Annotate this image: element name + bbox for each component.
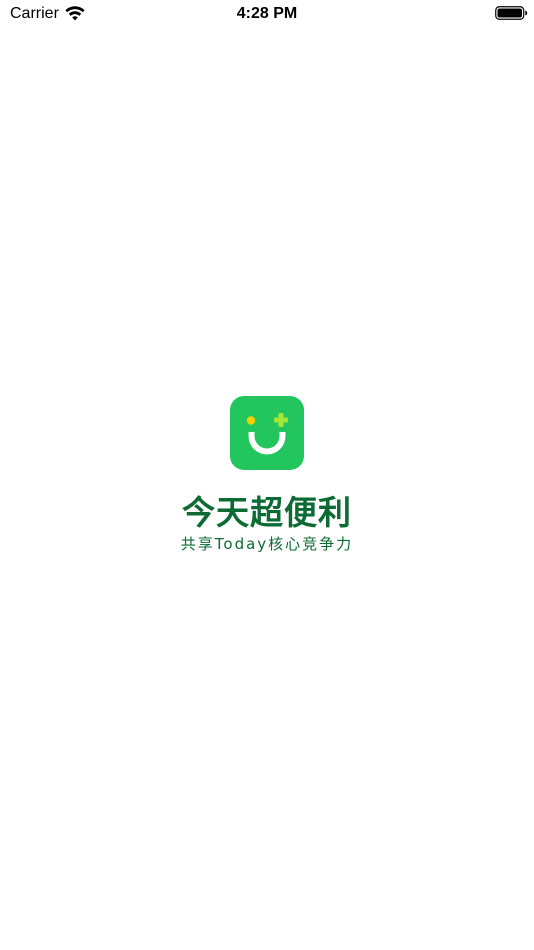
brand-slogan: 共享Today核心竞争力 — [180, 535, 354, 553]
status-bar: Carrier 4:28 PM — [0, 0, 534, 28]
smiley-face-icon — [230, 396, 304, 470]
splash-content: 今天超便利 共享Today核心竞争力 — [0, 396, 534, 554]
brand-name: 今天超便利 — [182, 493, 352, 532]
battery-icon — [495, 6, 528, 20]
status-time: 4:28 PM — [236, 5, 298, 22]
splash-screen: Carrier 4:28 PM 今天超便利 共享Today核心竞争力 — [0, 0, 534, 950]
